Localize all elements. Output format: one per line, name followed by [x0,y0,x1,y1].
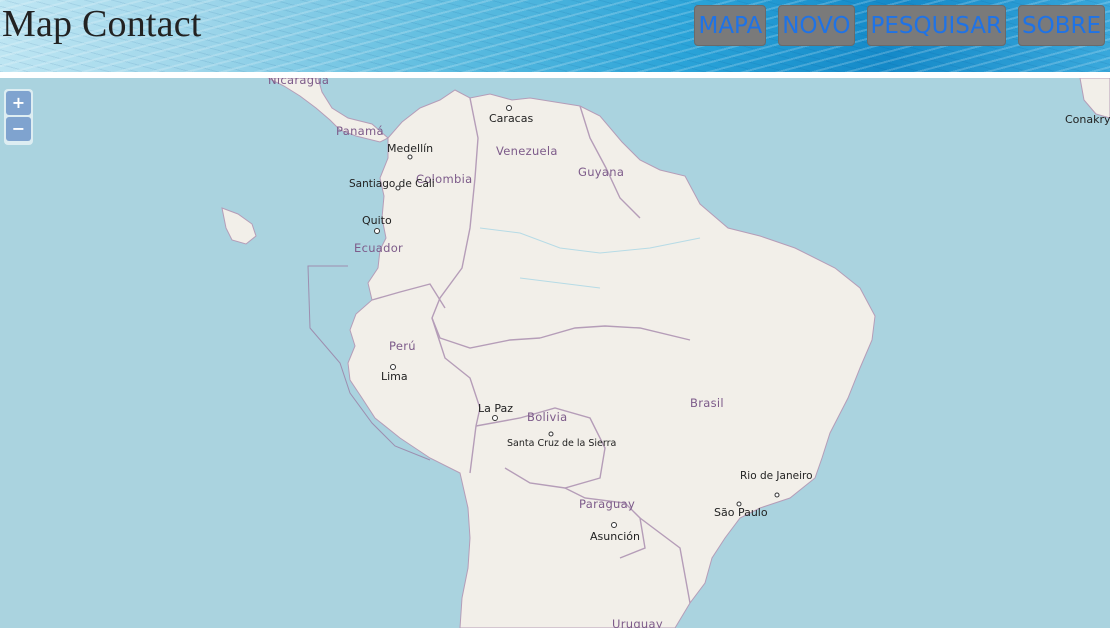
label-paraguay: Paraguay [579,497,635,511]
label-ecuador: Ecuador [354,241,403,255]
nav-bar: MAPA NOVO PESQUISAR SOBRE [694,5,1105,46]
nav-mapa-button[interactable]: MAPA [694,5,767,46]
label-caracas: Caracas [489,112,533,125]
label-lima: Lima [381,370,408,383]
label-rio-de-janeiro: Rio de Janeiro [740,470,813,482]
land-africa-corner [1079,78,1110,119]
label-panama: Panamá [336,124,384,138]
nav-sobre-button[interactable]: SOBRE [1018,5,1105,46]
map-canvas[interactable]: Nicaragua Panamá Venezuela Colombia Guya… [0,78,1110,628]
label-asuncion: Asunción [590,530,640,543]
nav-novo-button[interactable]: NOVO [778,5,855,46]
zoom-out-button[interactable]: − [6,117,31,141]
label-conakry: Conakry [1065,113,1110,126]
label-brasil: Brasil [690,396,724,410]
map-viewport[interactable]: Nicaragua Panamá Venezuela Colombia Guya… [0,78,1110,628]
label-quito: Quito [362,214,392,227]
label-santiago-de-cali: Santiago de Cali [349,178,435,190]
label-bolivia: Bolivia [527,410,567,424]
label-peru: Perú [389,339,416,353]
label-sao-paulo: São Paulo [714,506,768,519]
label-venezuela: Venezuela [496,144,558,158]
zoom-control: + − [4,89,33,145]
header-banner: Map Contact MAPA NOVO PESQUISAR SOBRE [0,0,1110,72]
label-la-paz: La Paz [478,402,513,415]
label-medellin: Medellín [387,142,433,155]
land-island-galapagos [221,207,257,245]
nav-pesquisar-button[interactable]: PESQUISAR [866,5,1006,46]
zoom-in-button[interactable]: + [6,91,31,115]
label-santa-cruz: Santa Cruz de la Sierra [507,438,616,449]
label-nicaragua: Nicaragua [268,78,329,87]
label-uruguay: Uruguay [612,617,663,628]
page-title: Map Contact [2,3,202,45]
label-guyana: Guyana [578,165,624,179]
